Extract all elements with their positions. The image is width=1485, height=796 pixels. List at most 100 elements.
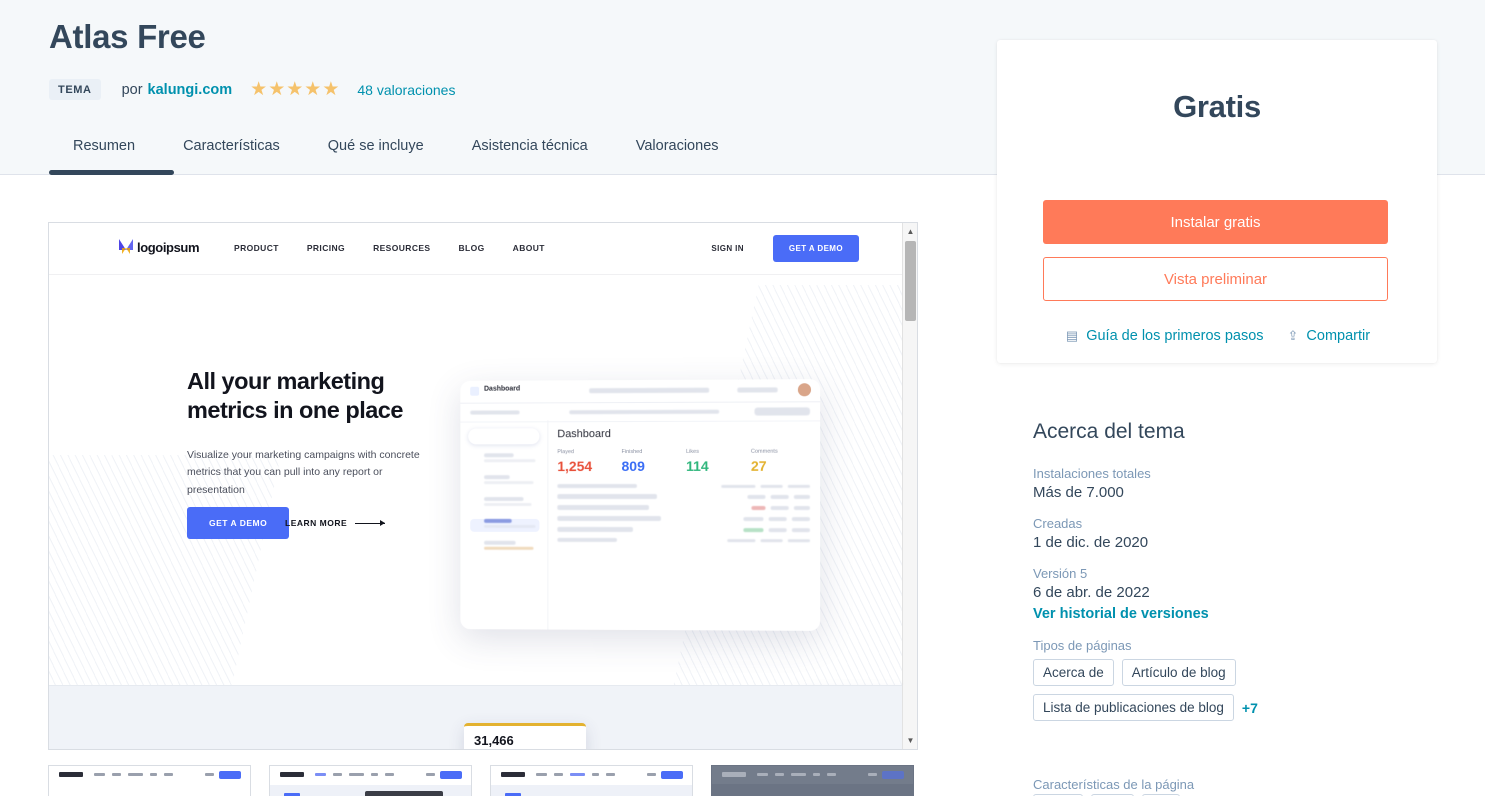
scroll-up-arrow-icon[interactable]: ▲ [903, 224, 917, 239]
ratings-count-link[interactable]: 48 valoraciones [357, 82, 455, 98]
page-types-label: Tipos de páginas [1033, 638, 1132, 653]
tab-label: Asistencia técnica [471, 138, 588, 154]
thumb-signin [426, 773, 435, 776]
table-row [557, 526, 811, 532]
mock-hero-link: LEARN MORE [285, 518, 386, 528]
page-features-label: Características de la página [1033, 777, 1195, 792]
page-type-chip[interactable]: Acerca de [1033, 659, 1114, 686]
tab-valoraciones[interactable]: Valoraciones [612, 138, 743, 154]
sparkline-icon: 〽 [567, 745, 578, 749]
mock-sidebar-item [470, 540, 539, 554]
thumb-body [270, 785, 471, 796]
mock-hero-paragraph: Visualize your marketing campaigns with … [187, 449, 420, 496]
thumb-body [712, 785, 913, 796]
table-row [557, 505, 811, 511]
page-types-more-link[interactable]: +7 [1242, 700, 1258, 716]
thumbnail-3[interactable] [490, 765, 693, 796]
listing-meta: TEMA por kalungi.com ★ ★ ★ ★ ★ 48 valora… [49, 79, 455, 100]
page-title: Atlas Free [49, 18, 206, 55]
table-row [557, 493, 811, 500]
mock-kpi: Comments 27 [751, 449, 810, 474]
blurred-text [569, 409, 720, 415]
thumb-menu [536, 773, 615, 776]
document-icon: ▤ [1065, 328, 1079, 343]
share-icon: ⇪ [1287, 328, 1299, 343]
tab-que-se-incluye[interactable]: Qué se incluye [304, 138, 448, 154]
mock-dashboard-heading: Dashboard [557, 428, 611, 441]
thumb-menu [315, 773, 394, 776]
thumb-body [491, 785, 692, 796]
mock-hero-heading: All your marketing metrics in one place [187, 368, 403, 424]
page-root: Atlas Free TEMA por kalungi.com ★ ★ ★ ★ … [0, 0, 1485, 796]
star-icon: ★ [268, 79, 286, 100]
preview-scrollbar[interactable]: ▲ ▼ [902, 223, 917, 749]
scrollbar-thumb[interactable] [905, 241, 916, 321]
thumb-signin [647, 773, 656, 776]
page-type-chip[interactable]: Artículo de blog [1121, 659, 1236, 686]
author-link[interactable]: kalungi.com [148, 82, 233, 98]
rating-stars: ★ ★ ★ ★ ★ [250, 80, 339, 99]
page-type-chip[interactable]: Lista de publicaciones de blog [1033, 694, 1234, 721]
mock-kpi-label: Likes [686, 448, 699, 455]
getting-started-guide-link[interactable]: ▤ Guía de los primeros pasos [1066, 328, 1264, 344]
thumb-nav [49, 766, 250, 784]
mock-sidebar-item [470, 475, 539, 488]
thumb-cta [661, 771, 683, 779]
share-label: Compartir [1306, 328, 1371, 344]
tab-caracteristicas[interactable]: Características [159, 138, 304, 154]
arrow-right-icon [355, 520, 386, 526]
by-label: por [121, 81, 143, 98]
mock-dashboard-sidebar [460, 420, 549, 630]
install-free-button[interactable]: Instalar gratis [1043, 200, 1388, 244]
tab-asistencia-tecnica[interactable]: Asistencia técnica [448, 138, 612, 154]
mock-campaign-table [557, 484, 811, 542]
mock-hero-link-label: LEARN MORE [285, 518, 348, 528]
total-installs-label: Instalaciones totales [1033, 466, 1151, 481]
thumb-nav [712, 766, 913, 784]
thumbnail-4[interactable] [711, 765, 914, 796]
total-installs-value: Más de 7.000 [1033, 484, 1124, 501]
mock-create-button [468, 428, 540, 445]
table-row [557, 537, 811, 542]
mock-site-nav: logoipsum PRODUCT PRICING RESOURCES BLOG… [49, 223, 904, 275]
thumb-logo [722, 772, 746, 777]
thumb-cta [440, 771, 462, 779]
share-link[interactable]: ⇪ Compartir [1288, 328, 1371, 344]
star-icon: ★ [286, 79, 304, 100]
mock-kpi-value: 809 [621, 457, 645, 475]
mock-logo: logoipsum [119, 239, 200, 255]
preview-button[interactable]: Vista preliminar [1043, 257, 1388, 301]
tab-resumen[interactable]: Resumen [49, 138, 159, 154]
mock-logo-text: logoipsum [137, 239, 200, 255]
mock-sidebar-item [470, 453, 539, 466]
tab-label: Características [183, 138, 280, 154]
thumb-menu [757, 773, 836, 776]
mock-kpi-label: Comments [750, 448, 778, 455]
created-label: Creadas [1033, 516, 1083, 531]
thumb-logo [59, 772, 83, 777]
mock-kpi-label: Finished [621, 448, 643, 456]
mock-hero-button: GET A DEMO [187, 507, 290, 539]
thumb-menu [94, 773, 173, 776]
thumbnail-2[interactable] [269, 765, 472, 796]
tab-bar: Resumen Características Qué se incluye A… [49, 138, 743, 154]
theme-preview-viewport[interactable]: logoipsum PRODUCT PRICING RESOURCES BLOG… [48, 222, 918, 750]
blurred-text [737, 387, 778, 393]
thumb-cta [219, 771, 241, 779]
mock-dashboard-topbar: Dashboard [460, 379, 821, 404]
about-theme-heading: Acerca del tema [1033, 420, 1185, 443]
thumb-cta [882, 771, 904, 779]
mock-nav-item: PRICING [306, 243, 346, 253]
blurred-text [754, 407, 811, 416]
mock-kpi-label: Played [557, 449, 575, 456]
preview-thumbnail-strip [48, 765, 914, 796]
mock-kpi: Finished 809 [622, 449, 681, 474]
scroll-down-arrow-icon[interactable]: ▼ [903, 733, 917, 748]
price-label: Gratis [1173, 89, 1261, 124]
tab-label: Qué se incluye [327, 138, 424, 154]
thumbnail-1[interactable] [48, 765, 251, 796]
version-label: Versión 5 [1033, 566, 1088, 581]
star-icon: ★ [322, 79, 340, 100]
version-history-link[interactable]: Ver historial de versiones [1033, 606, 1209, 622]
thumb-logo [501, 772, 525, 777]
